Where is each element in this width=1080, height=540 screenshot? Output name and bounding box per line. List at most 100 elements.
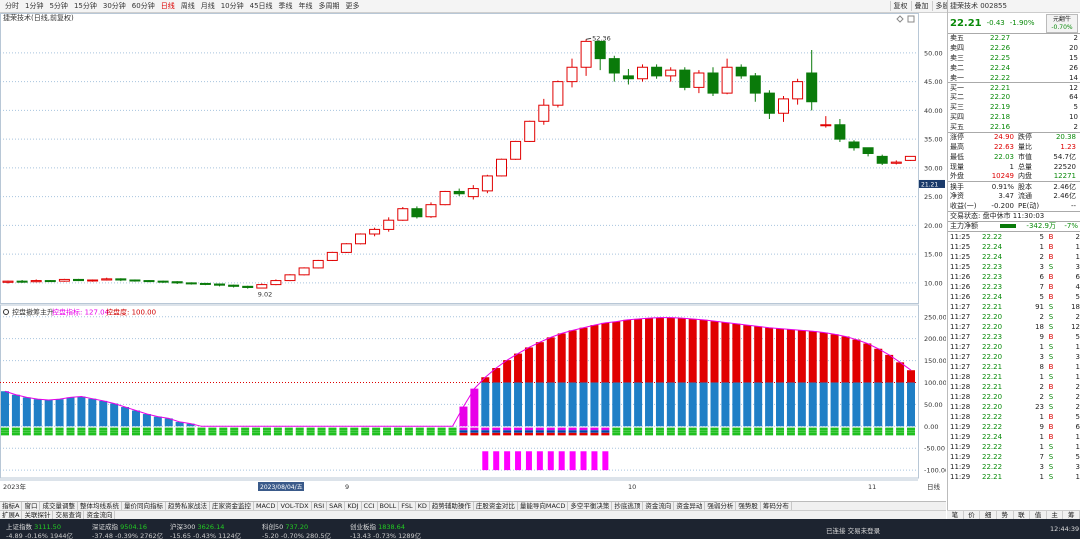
extension-tab[interactable]: 交易查询: [53, 511, 85, 519]
period-tab[interactable]: 多周期: [316, 1, 343, 11]
extension-tab[interactable]: 扩展A: [0, 511, 23, 519]
candle-body: [679, 69, 691, 88]
quote-tab[interactable]: 势: [997, 511, 1014, 519]
indicator-tab[interactable]: 量价同向指标: [122, 502, 166, 510]
tick-row: 11:28 22.20 23 S 2: [948, 402, 1080, 412]
indicator-tab[interactable]: 强势股: [736, 502, 761, 510]
tick-list[interactable]: 11:25 22.22 5 B 2 11:25 22.24 1 B 1 11:25 22.24 2 B 1 1…: [948, 230, 1080, 482]
indicator-tab[interactable]: 成交量调整: [40, 502, 78, 510]
quote-tab[interactable]: 笔: [947, 511, 964, 519]
indicator-tab[interactable]: VOL-TDX: [278, 502, 312, 510]
tick-price: 22.20: [982, 392, 1003, 401]
extension-tab[interactable]: 关联探针: [22, 511, 54, 519]
indicator-tab[interactable]: 庄股资金对比: [474, 502, 518, 510]
indicator-tab[interactable]: MACD: [254, 502, 279, 510]
extension-tab[interactable]: 资金流向: [84, 511, 116, 519]
connection-status[interactable]: 已连接 交易未登录: [826, 525, 880, 535]
stripe-bar: [786, 430, 795, 433]
magenta-low-bar: [602, 451, 609, 471]
candle-body: [510, 140, 522, 160]
blue-bar: [754, 382, 763, 427]
stripe-bar: [328, 427, 337, 431]
indicator-tab[interactable]: 整体均线系统: [78, 502, 122, 510]
chart-area[interactable]: 10.00 15.00 20.00 25.00 30.00 35.00 40.00 45.00…: [0, 13, 946, 491]
tool-button[interactable]: 叠加: [910, 1, 932, 11]
indicator-tab[interactable]: 抄底逃顶: [612, 502, 644, 510]
sub-y-tick-label: 0.00: [924, 423, 938, 431]
sector-badge[interactable]: 元翻牛 -0.70%: [1046, 14, 1078, 33]
indicator-tab[interactable]: KDJ: [345, 502, 362, 510]
stripe-bar: [721, 432, 730, 436]
stat-value: 1.23: [1060, 142, 1076, 151]
candle-body: [228, 284, 240, 287]
order-book-row: 买五 22.16 2: [948, 122, 1080, 132]
indicator-tab[interactable]: 筹码分布: [761, 502, 792, 510]
quote-tab[interactable]: 细: [980, 511, 997, 519]
tick-time: 11:27: [950, 312, 971, 321]
period-tab[interactable]: 1分钟: [22, 1, 46, 11]
period-tab[interactable]: 月线: [198, 1, 218, 11]
stripe-bar: [350, 427, 359, 431]
indicator-tab[interactable]: SAR: [327, 502, 346, 510]
period-tab[interactable]: 日线: [158, 1, 178, 11]
stripe-bar: [383, 430, 392, 433]
indicator-tab[interactable]: RSI: [312, 502, 328, 510]
stripe-bar: [754, 427, 763, 431]
period-tab[interactable]: 45日线: [247, 1, 276, 11]
main-pane-frame: [0, 13, 919, 304]
indicator-tab[interactable]: 窗口: [22, 502, 41, 510]
stripe-bar: [819, 432, 828, 436]
period-tab[interactable]: 分时: [2, 1, 22, 11]
indicator-tab[interactable]: 资金流向: [643, 502, 675, 510]
tool-button[interactable]: 复权: [889, 1, 911, 11]
period-tab[interactable]: 10分钟: [218, 1, 247, 11]
tick-row: 11:28 22.20 2 S 2: [948, 392, 1080, 402]
quote-tab[interactable]: 联: [1014, 511, 1031, 519]
period-tab[interactable]: 15分钟: [71, 1, 100, 11]
indicator-tab[interactable]: 资金异动: [674, 502, 706, 510]
stripe-bar: [874, 430, 883, 433]
red-bar: [765, 327, 774, 383]
stripe-bar: [230, 427, 239, 431]
period-tab[interactable]: 年线: [296, 1, 316, 11]
chart-svg[interactable]: 10.00 15.00 20.00 25.00 30.00 35.00 40.00 45.00…: [0, 13, 946, 491]
indicator-tab[interactable]: FSL: [399, 502, 416, 510]
period-tab[interactable]: 更多: [343, 1, 363, 11]
indicator-tab[interactable]: 庄家资金监控: [210, 502, 254, 510]
indicator-tab[interactable]: KD: [416, 502, 430, 510]
stripe-bar: [426, 427, 435, 431]
stripe-bar: [557, 427, 566, 431]
tick-price: 22.22: [982, 462, 1003, 471]
indicator-tab[interactable]: 多空平衡决策: [568, 502, 613, 510]
stripe-bar: [153, 430, 162, 433]
tick-count: 1: [1075, 342, 1080, 351]
netflow-value: -342.9万: [1026, 222, 1056, 231]
tick-price: 22.22: [982, 452, 1003, 461]
indicator-tab[interactable]: 强弱分析: [705, 502, 737, 510]
quote-tab[interactable]: 值: [1030, 511, 1047, 519]
period-tab[interactable]: 60分钟: [129, 1, 158, 11]
stripe-bar: [601, 430, 610, 433]
netflow-bar: [1000, 224, 1016, 229]
blue-bar: [677, 382, 686, 427]
period-tab[interactable]: 季线: [276, 1, 296, 11]
candle-body: [369, 228, 381, 235]
blue-bar: [830, 382, 839, 427]
indicator-tab[interactable]: CCI: [362, 502, 378, 510]
period-tab[interactable]: 周线: [178, 1, 198, 11]
red-bar: [710, 321, 719, 383]
indicator-tab[interactable]: 指标A: [0, 502, 23, 510]
quote-tab[interactable]: 筹: [1063, 511, 1080, 519]
indicator-tab[interactable]: BOLL: [378, 502, 400, 510]
y-tick-label: 10.00: [924, 279, 943, 287]
period-tab[interactable]: 5分钟: [46, 1, 70, 11]
quote-tab[interactable]: 主: [1047, 511, 1064, 519]
period-tab[interactable]: 30分钟: [100, 1, 129, 11]
book-price: 22.20: [990, 93, 1011, 102]
indicator-tab[interactable]: 量能导向MACD: [518, 502, 569, 510]
indicator-tab[interactable]: 趋势辅助操作: [430, 502, 474, 510]
indicator-tab[interactable]: 趋势私家战法: [166, 502, 210, 510]
tick-row: 11:27 22.21 8 B 1: [948, 362, 1080, 372]
quote-tab[interactable]: 价: [964, 511, 981, 519]
stripe-bar: [131, 427, 140, 431]
